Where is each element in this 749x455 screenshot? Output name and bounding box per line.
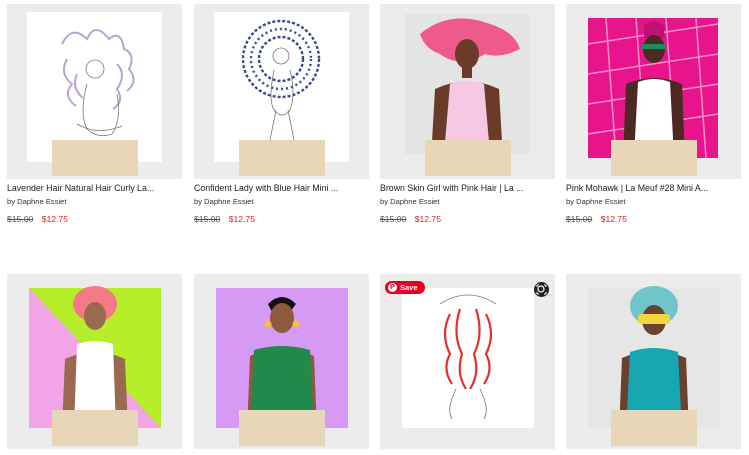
product-image[interactable] <box>566 274 741 449</box>
original-price: $15.00 <box>566 214 593 224</box>
sale-price: $12.75 <box>600 214 627 224</box>
original-price: $15.00 <box>7 214 34 224</box>
product-artist[interactable]: by Daphne Essiet <box>380 197 440 206</box>
product-image[interactable] <box>7 274 182 449</box>
product-artist[interactable]: by Daphne Essiet <box>566 197 626 206</box>
original-price: $15.00 <box>194 214 221 224</box>
zoom-button[interactable] <box>534 282 549 297</box>
product-image[interactable] <box>380 4 555 179</box>
pinterest-save-button[interactable]: P Save <box>385 281 425 294</box>
product-price: $15.00 $12.75 <box>194 214 255 224</box>
product-image[interactable]: P Save <box>380 274 555 449</box>
product-artist[interactable]: by Daphne Essiet <box>194 197 254 206</box>
product-title[interactable]: Pink Mohawk | La Meuf #28 Mini A... <box>566 183 741 193</box>
original-price: $15.00 <box>380 214 407 224</box>
product-price: $15.00 $12.75 <box>566 214 627 224</box>
product-title[interactable]: Brown Skin Girl with Pink Hair | La ... <box>380 183 555 193</box>
sale-price: $12.75 <box>228 214 255 224</box>
product-price: $15.00 $12.75 <box>7 214 68 224</box>
pinterest-icon: P <box>388 283 397 292</box>
product-title[interactable]: Lavender Hair Natural Hair Curly La... <box>7 183 182 193</box>
product-image[interactable] <box>194 4 369 179</box>
product-image[interactable] <box>194 274 369 449</box>
sale-price: $12.75 <box>414 214 441 224</box>
product-title[interactable]: Confident Lady with Blue Hair Mini ... <box>194 183 369 193</box>
sale-price: $12.75 <box>41 214 68 224</box>
product-image[interactable] <box>566 4 741 179</box>
zoom-icon <box>536 284 547 295</box>
product-price: $15.00 $12.75 <box>380 214 441 224</box>
product-artist[interactable]: by Daphne Essiet <box>7 197 67 206</box>
save-label: Save <box>400 283 418 292</box>
product-image[interactable] <box>7 4 182 179</box>
